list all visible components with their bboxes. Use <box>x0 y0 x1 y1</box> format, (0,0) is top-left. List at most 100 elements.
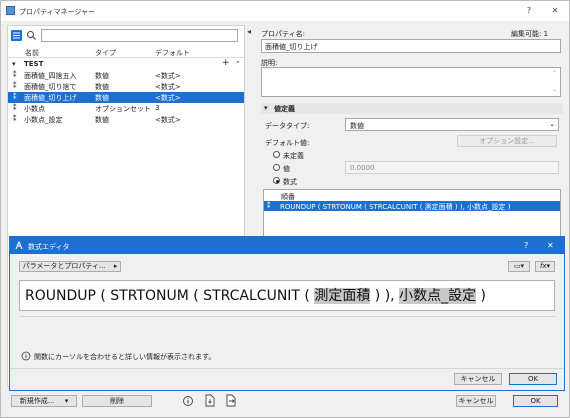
radio-formula[interactable] <box>273 177 280 184</box>
drag-handle-icon[interactable]: ⁑ <box>13 104 17 112</box>
formula-editor-dialog: 数式エディタ ? ✕ パラメータとプロパティ... ▸ ▭▾ fx▾ ROUND… <box>9 236 565 391</box>
editable-count-label: 編集可能: 1 <box>511 30 549 38</box>
group-row-test[interactable]: ▾ TEST + ⌃ <box>8 58 244 70</box>
dialog-help-button[interactable]: ? <box>524 241 528 250</box>
scroll-up-icon[interactable]: ⌃ <box>552 70 557 77</box>
collapse-chevron-icon: ▾ <box>12 60 16 68</box>
search-icon <box>26 30 37 41</box>
dialog-title: 数式エディタ <box>28 243 70 251</box>
new-button-label: 新規作成... <box>19 397 55 405</box>
search-input[interactable] <box>41 29 238 42</box>
property-name-field[interactable]: 面積値_切り上げ <box>261 39 561 53</box>
help-button[interactable]: ? <box>523 5 535 17</box>
table-row[interactable]: ⁑ 面積値_四捨五入 数値 <数式> <box>8 70 244 81</box>
app-icon <box>6 6 15 15</box>
keyboard-icon: ▭ <box>513 262 521 270</box>
table-row[interactable]: ⁑ 面積値_切り捨て 数値 <数式> <box>8 81 244 92</box>
radio-undefined[interactable] <box>273 151 280 158</box>
description-field[interactable] <box>261 67 561 97</box>
delete-button[interactable]: 削除 <box>82 395 152 407</box>
row-type: 数値 <box>95 94 109 102</box>
chevron-right-icon: ▸ <box>113 262 118 270</box>
move-up-icon[interactable]: ⌃ <box>235 60 241 68</box>
row-type: 数値 <box>95 116 109 124</box>
section-chevron-icon: ▾ <box>264 104 268 112</box>
row-default: <数式> <box>155 94 181 102</box>
dialog-close-button[interactable]: ✕ <box>547 241 554 250</box>
table-row-selected[interactable]: ⁑ 面積値_切り上げ 数値 <数式> <box>8 92 244 103</box>
formula-text: ROUNDUP ( STRTONUM ( STRCALCUNIT ( <box>25 288 315 304</box>
group-label: TEST <box>24 60 44 68</box>
row-name: 面積値_四捨五入 <box>24 72 77 80</box>
row-type: オプションセット <box>95 105 151 113</box>
chevron-down-icon: ⌄ <box>549 120 555 128</box>
datatype-value: 数値 <box>350 122 364 130</box>
formula-input[interactable]: ROUNDUP ( STRTONUM ( STRCALCUNIT ( 測定面積 … <box>19 280 555 311</box>
list-view-icon[interactable] <box>11 30 22 41</box>
condition-list <box>263 189 561 237</box>
table-row[interactable]: ⁑ 小数点 オプションセット 3 <box>8 103 244 114</box>
datatype-select[interactable]: 数値 ⌄ <box>345 118 559 131</box>
row-type: 数値 <box>95 83 109 91</box>
row-name: 面積値_切り捨て <box>24 83 77 91</box>
main-ok-button[interactable]: OK <box>513 395 558 407</box>
default-value-label: デフォルト値: <box>265 139 310 147</box>
radio-value[interactable] <box>273 164 280 171</box>
drag-handle-icon[interactable]: ⁑ <box>13 82 17 90</box>
chevron-down-icon: ▾ <box>546 262 551 270</box>
title-bar: プロパティマネージャー ? ✕ <box>1 1 569 21</box>
header-divider <box>8 57 244 58</box>
scroll-down-icon[interactable]: ⌄ <box>552 86 557 93</box>
divider <box>10 368 564 369</box>
row-default: <数式> <box>155 116 181 124</box>
function-button[interactable]: fx▾ <box>535 261 555 272</box>
hint-text: 関数にカーソルを合わせると詳しい情報が表示されます。 <box>34 353 216 361</box>
keyboard-button[interactable]: ▭▾ <box>508 261 530 272</box>
dialog-ok-button[interactable]: OK <box>509 373 557 385</box>
datatype-label: データタイプ: <box>265 122 310 130</box>
drag-handle-icon[interactable]: ⁑ <box>13 115 17 123</box>
drag-handle-icon[interactable]: ⁑ <box>13 93 17 101</box>
condition-row[interactable]: ⁑ ROUNDUP ( STRTONUM ( STRCALCUNIT ( 測定面… <box>264 201 560 211</box>
property-name-label: プロパティ名: <box>261 30 305 38</box>
info-icon[interactable] <box>182 395 194 407</box>
main-cancel-button[interactable]: キャンセル <box>456 395 496 407</box>
section-header-value-definition[interactable]: ▾ 値定義 <box>261 103 563 114</box>
radio-value-label: 値 <box>283 165 290 173</box>
value-field[interactable]: 0.0000 <box>345 161 559 174</box>
collapse-panel-icon[interactable]: ◂ <box>247 27 251 36</box>
table-row[interactable]: ⁑ 小数点_設定 数値 <数式> <box>8 114 244 125</box>
chevron-down-icon: ▾ <box>64 397 69 405</box>
radio-formula-label: 数式 <box>283 178 297 186</box>
divider <box>19 316 555 317</box>
import-icon[interactable] <box>204 394 216 407</box>
params-properties-button[interactable]: パラメータとプロパティ... ▸ <box>19 261 121 272</box>
info-icon <box>21 351 31 361</box>
chevron-down-icon: ▾ <box>520 262 525 270</box>
export-icon[interactable] <box>225 394 237 407</box>
condition-formula: ROUNDUP ( STRTONUM ( STRCALCUNIT ( 測定面積 … <box>280 203 511 211</box>
formula-token-parameter[interactable]: 測定面積 <box>314 288 371 304</box>
radio-undefined-label: 未定義 <box>283 152 304 160</box>
formula-text: ) <box>476 288 486 304</box>
row-default: 3 <box>155 104 160 112</box>
window-title: プロパティマネージャー <box>19 8 96 16</box>
function-icon: fx <box>539 262 547 270</box>
option-settings-button[interactable]: オプション設定... <box>457 135 557 147</box>
row-default: <数式> <box>155 72 181 80</box>
params-button-label: パラメータとプロパティ... <box>22 262 106 270</box>
formula-text: ) ), <box>370 288 400 304</box>
dialog-cancel-button[interactable]: キャンセル <box>454 373 502 385</box>
formula-token-property[interactable]: 小数点_設定 <box>399 288 477 304</box>
row-name: 小数点_設定 <box>24 116 63 124</box>
add-icon[interactable]: + <box>222 58 230 68</box>
row-name: 小数点 <box>24 105 45 113</box>
row-type: 数値 <box>95 72 109 80</box>
row-name: 面積値_切り上げ <box>24 94 77 102</box>
new-button[interactable]: 新規作成... ▾ <box>11 395 77 407</box>
row-default: <数式> <box>155 83 181 91</box>
drag-handle-icon[interactable]: ⁑ <box>13 71 17 79</box>
close-button[interactable]: ✕ <box>549 5 561 17</box>
dialog-title-bar: 数式エディタ ? ✕ <box>10 237 564 254</box>
drag-handle-icon[interactable]: ⁑ <box>267 202 271 210</box>
